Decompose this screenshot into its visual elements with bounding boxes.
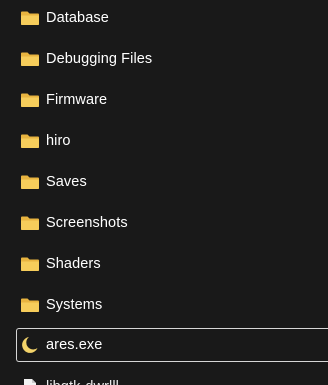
folder-icon [20, 214, 42, 232]
file-icon [20, 378, 42, 385]
list-item-debugging-files[interactable]: Debugging Files [16, 42, 328, 76]
list-item-systems[interactable]: Systems [16, 288, 328, 322]
list-item-database[interactable]: Database [16, 1, 328, 35]
item-label: Screenshots [46, 215, 128, 231]
list-item-firmware[interactable]: Firmware [16, 83, 328, 117]
item-label: Database [46, 10, 109, 26]
list-item-screenshots[interactable]: Screenshots [16, 206, 328, 240]
list-item-shaders[interactable]: Shaders [16, 247, 328, 281]
file-list: Database Debugging Files Firmware hiro S… [0, 0, 328, 385]
item-label: Shaders [46, 256, 101, 272]
item-label: Debugging Files [46, 51, 153, 67]
folder-icon [20, 173, 42, 191]
item-label: libgtk-dwrlll [46, 379, 119, 385]
item-label: Systems [46, 297, 103, 313]
item-label: hiro [46, 133, 71, 149]
crescent-moon-icon [20, 336, 42, 354]
item-label: Saves [46, 174, 87, 190]
item-label: ares.exe [46, 337, 103, 353]
list-item-libgtk[interactable]: libgtk-dwrlll [16, 370, 328, 385]
folder-icon [20, 91, 42, 109]
folder-icon [20, 9, 42, 27]
folder-icon [20, 50, 42, 68]
list-item-ares-exe[interactable]: ares.exe [16, 328, 328, 362]
list-item-hiro[interactable]: hiro [16, 124, 328, 158]
list-item-saves[interactable]: Saves [16, 165, 328, 199]
folder-icon [20, 296, 42, 314]
folder-icon [20, 132, 42, 150]
item-label: Firmware [46, 92, 108, 108]
folder-icon [20, 255, 42, 273]
